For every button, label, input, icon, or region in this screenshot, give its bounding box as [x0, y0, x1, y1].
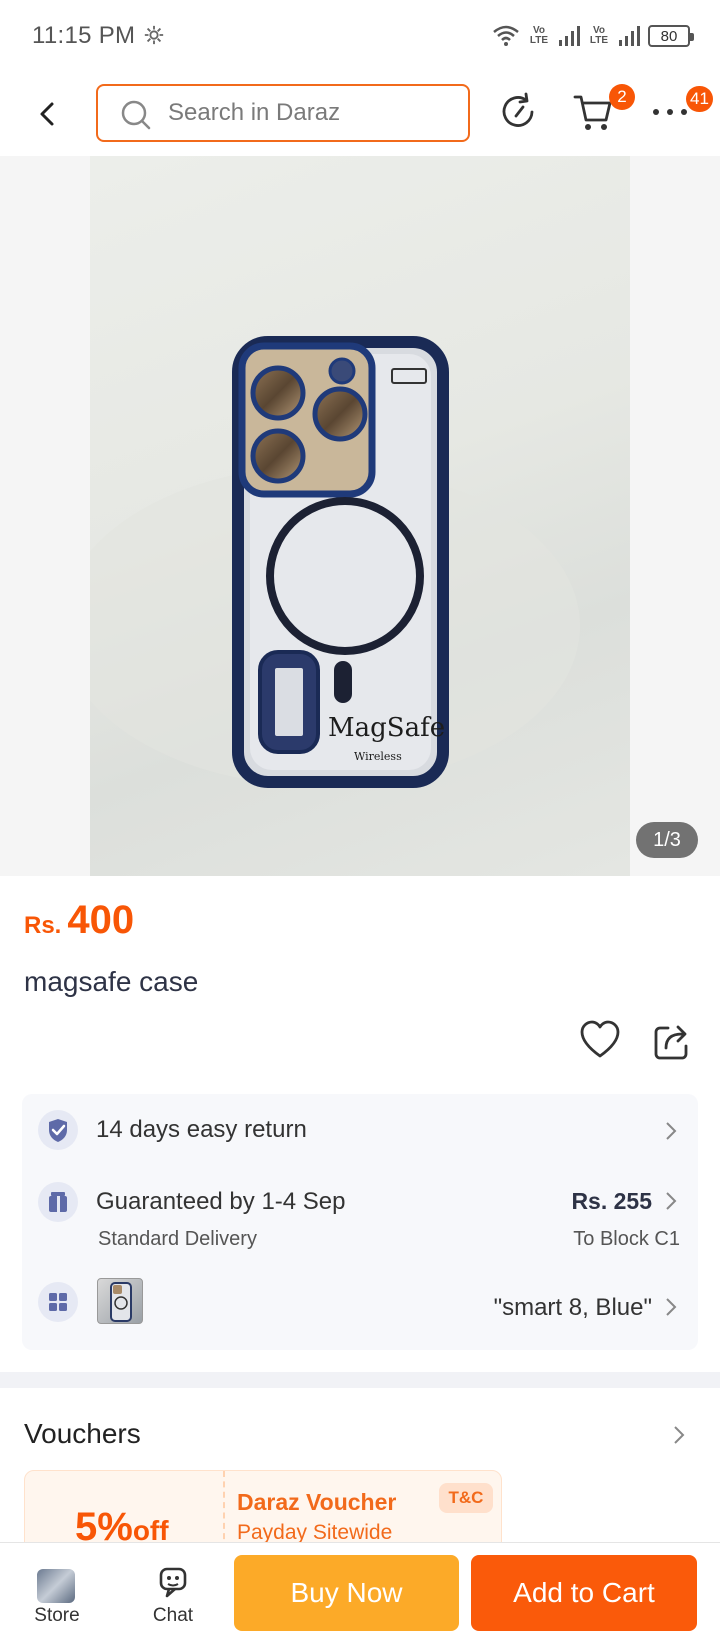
top-nav: 2 41 [0, 72, 720, 156]
wishlist-heart-icon[interactable] [578, 1018, 622, 1062]
price-amount: 400 [67, 898, 135, 942]
delivery-type: Standard Delivery [98, 1228, 257, 1250]
shield-check-icon [38, 1110, 78, 1150]
wifi-icon [493, 25, 519, 46]
price-currency: Rs. [24, 912, 62, 939]
store-label: Store [34, 1605, 80, 1626]
return-policy-row[interactable]: 14 days easy return [22, 1094, 698, 1168]
case-brand-text: MagSafe [328, 713, 445, 743]
product-price: Rs. 400 [24, 898, 134, 943]
voucher-name: Daraz Voucher [237, 1489, 397, 1515]
chat-button[interactable]: Chat [128, 1543, 218, 1640]
grid-icon [38, 1282, 78, 1322]
delivery-fee: Rs. 255 [571, 1188, 652, 1214]
store-button[interactable]: Store [12, 1543, 102, 1640]
chevron-right-icon [666, 1192, 677, 1210]
history-icon[interactable] [496, 90, 540, 134]
package-icon [38, 1182, 78, 1222]
status-time: 11:15 PM [32, 22, 136, 49]
delivery-location: To Block C1 [573, 1228, 680, 1250]
cart-badge: 2 [609, 84, 635, 110]
vouchers-heading[interactable]: Vouchers [24, 1418, 141, 1450]
return-text: 14 days easy return [96, 1116, 307, 1143]
voucher-terms-badge[interactable]: T&C [439, 1483, 493, 1513]
section-divider [0, 1372, 720, 1388]
product-gallery[interactable]: MagSafe Wireless 1/3 [0, 156, 720, 876]
product-page: 11:15 PM Vo LTE Vo LTE 80 Search in Dara… [0, 0, 720, 1640]
status-icons: Vo LTE Vo LTE 80 [492, 20, 694, 52]
delivery-date: Guaranteed by 1-4 Sep [96, 1188, 346, 1215]
share-icon[interactable] [652, 1018, 692, 1062]
search-input[interactable] [168, 86, 458, 140]
settings-gear-icon [144, 25, 164, 45]
back-arrow-icon[interactable] [30, 92, 66, 136]
more-badge: 41 [686, 86, 713, 112]
case-brand-subtext: Wireless [354, 750, 402, 763]
chevron-right-icon [666, 1298, 677, 1316]
volte-label: Vo LTE [589, 25, 609, 46]
delivery-row[interactable]: Guaranteed by 1-4 Sep Standard Delivery … [22, 1168, 698, 1266]
chevron-right-icon[interactable] [672, 1424, 686, 1446]
add-to-cart-button[interactable]: Add to Cart [471, 1555, 697, 1631]
buy-now-button[interactable]: Buy Now [234, 1555, 459, 1631]
phone-case-image: MagSafe Wireless [90, 336, 580, 788]
photo-counter: 1/3 [636, 822, 698, 858]
more-icon[interactable] [650, 100, 690, 124]
signal-icon [619, 26, 640, 46]
delivery-info-card: 14 days easy return Guaranteed by 1-4 Se… [22, 1094, 698, 1350]
volte-label: Vo LTE [529, 25, 549, 46]
variant-value: "smart 8, Blue" [493, 1294, 652, 1321]
variant-row[interactable]: "smart 8, Blue" [22, 1266, 698, 1350]
chat-label: Chat [152, 1605, 194, 1626]
search-bar[interactable] [96, 84, 470, 142]
signal-icon [559, 26, 580, 46]
store-icon [37, 1569, 75, 1603]
status-bar: 11:15 PM Vo LTE Vo LTE 80 [0, 0, 720, 72]
battery-icon: 80 [648, 25, 694, 47]
variant-thumbnail[interactable] [97, 1278, 143, 1324]
bottom-action-bar: Store Chat Buy Now Add to Cart [0, 1542, 720, 1640]
chevron-right-icon [666, 1122, 677, 1140]
search-icon [121, 100, 151, 130]
product-title: magsafe case [24, 966, 199, 997]
chat-icon [159, 1567, 187, 1598]
product-photo[interactable]: MagSafe Wireless [90, 156, 630, 876]
